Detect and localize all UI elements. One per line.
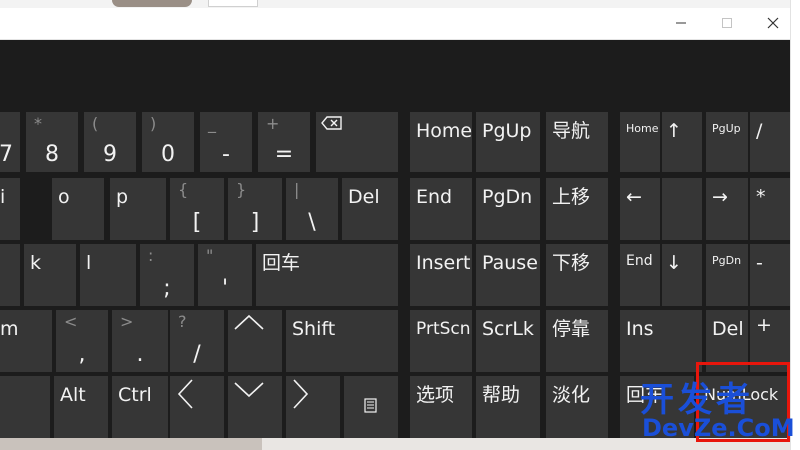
background-thumbnail — [112, 0, 192, 7]
key-insert[interactable]: Insert — [410, 244, 472, 306]
key-menu[interactable] — [344, 376, 398, 438]
numpad-pgup[interactable]: PgUp — [706, 112, 748, 172]
numpad-left[interactable]: ← — [620, 178, 660, 240]
numpad-up[interactable]: ↑ — [662, 112, 702, 172]
numpad-home[interactable]: Home — [620, 112, 660, 172]
close-button[interactable] — [750, 8, 796, 38]
key-ctrl[interactable]: Ctrl — [112, 376, 168, 438]
up-arrow-icon — [234, 314, 264, 330]
key-pgup[interactable]: PgUp — [476, 112, 540, 172]
key-semicolon[interactable]: :; — [140, 244, 194, 306]
key-left-arrow[interactable] — [170, 376, 224, 438]
backspace-icon — [321, 116, 342, 130]
key-right-bracket[interactable]: }] — [228, 178, 282, 240]
down-arrow-icon — [234, 382, 264, 398]
key-p[interactable]: p — [110, 178, 166, 240]
key-backslash[interactable]: | \ — [286, 178, 338, 240]
minimize-icon — [676, 22, 686, 24]
key-left-bracket[interactable]: {[ — [170, 178, 224, 240]
right-arrow-icon — [293, 379, 309, 409]
key-nav[interactable]: 导航 — [546, 112, 608, 172]
numpad-end[interactable]: End — [620, 244, 660, 306]
key-up-arrow[interactable] — [228, 310, 282, 372]
key-pause[interactable]: Pause — [476, 244, 540, 306]
key-fn-partial[interactable] — [0, 376, 50, 438]
maximize-icon — [722, 18, 732, 28]
key-del[interactable]: Del — [342, 178, 398, 240]
key-l[interactable]: l — [80, 244, 136, 306]
key-shift[interactable]: Shift — [286, 310, 398, 372]
key-pgdn[interactable]: PgDn — [476, 178, 540, 240]
key-end[interactable]: End — [410, 178, 472, 240]
key-options[interactable]: 选项 — [410, 376, 472, 438]
minimize-button[interactable] — [658, 8, 704, 38]
key-help[interactable]: 帮助 — [476, 376, 540, 438]
numpad-minus[interactable]: - — [750, 244, 790, 306]
key-quote[interactable]: " ' — [198, 244, 252, 306]
background-button — [208, 0, 258, 7]
key-j-partial[interactable] — [0, 244, 20, 306]
close-icon — [767, 17, 779, 29]
key-down-arrow[interactable] — [228, 376, 282, 438]
numpad-divide[interactable]: / — [750, 112, 790, 172]
key-period[interactable]: >. — [112, 310, 168, 372]
left-arrow-icon — [177, 379, 193, 409]
key-8[interactable]: * 8 — [26, 112, 78, 172]
key-7[interactable]: 7 — [0, 112, 20, 172]
key-prtscn[interactable]: PrtScn — [410, 310, 472, 372]
numpad-pgdn[interactable]: PgDn — [706, 244, 748, 306]
numpad-down[interactable]: ↓ — [662, 244, 702, 306]
key-minus[interactable]: _ - — [200, 112, 252, 172]
maximize-button[interactable] — [704, 8, 750, 38]
numpad-right[interactable]: → — [706, 178, 748, 240]
key-move-up[interactable]: 上移 — [546, 178, 608, 240]
key-right-arrow[interactable] — [286, 376, 340, 438]
key-o[interactable]: o — [52, 178, 104, 240]
key-alt[interactable]: Alt — [54, 376, 108, 438]
key-enter[interactable]: 回车 — [256, 244, 398, 306]
key-0[interactable]: ) 0 — [142, 112, 194, 172]
key-scrlk[interactable]: ScrLk — [476, 310, 540, 372]
key-9[interactable]: (9 — [84, 112, 136, 172]
key-k[interactable]: k — [24, 244, 76, 306]
numpad-ins[interactable]: Ins — [620, 310, 702, 372]
key-backspace[interactable] — [316, 112, 398, 172]
key-i[interactable]: i — [0, 178, 20, 240]
watermark-text-en: DevZe.CoM — [642, 414, 795, 442]
key-equals[interactable]: + = — [258, 112, 310, 172]
key-fade[interactable]: 淡化 — [546, 376, 608, 438]
key-slash[interactable]: ? / — [170, 310, 224, 372]
numpad-multiply[interactable]: * — [750, 178, 790, 240]
key-m[interactable]: m — [0, 310, 52, 372]
menu-icon — [364, 398, 377, 413]
key-move-down[interactable]: 下移 — [546, 244, 608, 306]
numpad-5[interactable] — [662, 178, 702, 240]
key-dock[interactable]: 停靠 — [546, 310, 608, 372]
key-comma[interactable]: <, — [56, 310, 108, 372]
key-home[interactable]: Home — [410, 112, 472, 172]
background-page-edge — [790, 0, 800, 450]
